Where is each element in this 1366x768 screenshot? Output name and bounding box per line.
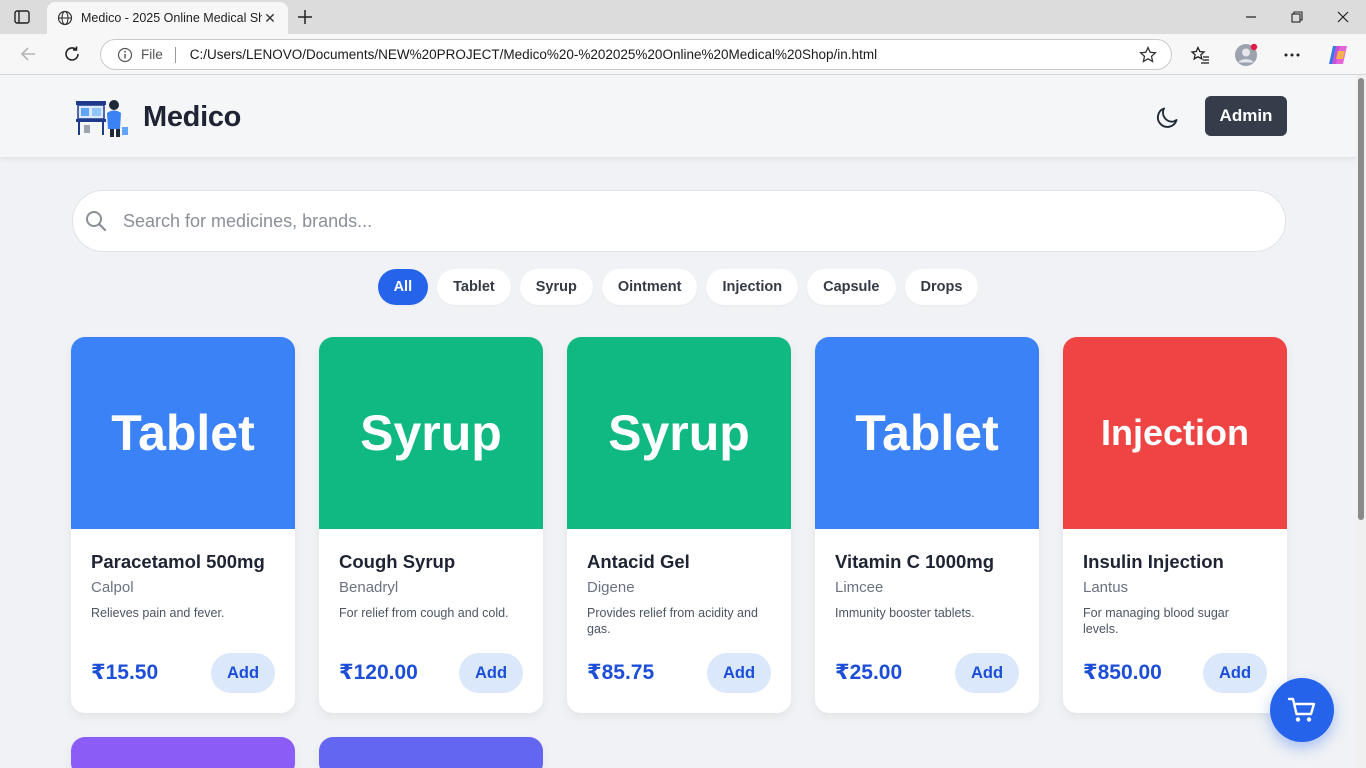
product-category-banner: Syrup — [567, 337, 791, 529]
product-name: Insulin Injection — [1083, 551, 1224, 572]
add-to-cart-button[interactable]: Add — [955, 653, 1019, 693]
add-to-cart-button[interactable]: Add — [707, 653, 771, 693]
product-name: Antacid Gel — [587, 551, 690, 572]
globe-icon — [57, 10, 73, 26]
brand-name: Medico — [143, 100, 242, 133]
product-description: Immunity booster tablets. — [835, 606, 975, 620]
profile-avatar[interactable] — [1233, 42, 1259, 68]
product-details: Vitamin C 1000mg Limcee Immunity booster t… — [815, 529, 1039, 639]
divider — [174, 46, 176, 63]
product-details: Insulin Injection Lantus For managing bloo… — [1063, 529, 1287, 639]
filter-chip-syrup[interactable]: Syrup — [519, 269, 593, 305]
product-name: Cough Syrup — [339, 551, 456, 572]
scrollbar-thumb[interactable] — [1358, 78, 1364, 520]
pharmacy-logo-icon — [76, 100, 128, 137]
product-category-banner: Syrup — [319, 337, 543, 529]
search-input[interactable] — [123, 210, 1223, 232]
admin-button[interactable]: Admin — [1205, 96, 1287, 136]
product-brand: Calpol — [91, 579, 134, 596]
close-tab-icon[interactable]: ✕ — [262, 10, 278, 26]
product-card[interactable]: Injection Insulin Injection Lantus For mana… — [1063, 337, 1287, 713]
product-description: Provides relief from acidity and gas. — [587, 606, 758, 636]
address-input[interactable]: File C:/Users/LENOVO/Documents/NEW%20PRO… — [100, 39, 1172, 70]
add-to-cart-button[interactable]: Add — [1203, 653, 1267, 693]
product-brand: Lantus — [1083, 579, 1129, 596]
logo[interactable]: Medico — [72, 95, 241, 139]
filter-chip-capsule[interactable]: Capsule — [807, 269, 896, 305]
add-to-cart-button[interactable]: Add — [459, 653, 523, 693]
cart-icon — [1287, 697, 1316, 722]
browser-tab-bar: Medico - 2025 Online Medical Sh ✕ — [0, 0, 1366, 34]
favorite-star-icon[interactable] — [1139, 46, 1157, 64]
filter-chip-ointment[interactable]: Ointment — [601, 269, 698, 305]
filter-chip-injection[interactable]: Injection — [706, 269, 799, 305]
product-card[interactable] — [71, 737, 295, 768]
filter-chip-all[interactable]: All — [377, 269, 429, 305]
product-brand: Digene — [587, 579, 635, 596]
add-to-cart-button[interactable]: Add — [211, 653, 275, 693]
product-price: ₹15.50 — [91, 661, 159, 684]
product-brand: Limcee — [835, 579, 884, 596]
search-icon — [86, 211, 107, 232]
product-price: ₹850.00 — [1083, 661, 1162, 684]
product-category-banner: Tablet — [815, 337, 1039, 529]
product-price: ₹120.00 — [339, 661, 418, 684]
new-tab-icon[interactable] — [293, 5, 317, 29]
close-window-icon[interactable] — [1320, 0, 1366, 34]
restore-icon[interactable] — [1274, 0, 1320, 34]
tab-actions-icon[interactable] — [10, 7, 34, 27]
back-icon[interactable] — [13, 40, 43, 68]
product-price: ₹25.00 — [835, 661, 903, 684]
browser-tab[interactable]: Medico - 2025 Online Medical Sh ✕ — [47, 2, 288, 34]
moon-icon[interactable] — [1155, 104, 1181, 130]
product-card[interactable]: Tablet Vitamin C 1000mg Limcee Immunity boo… — [815, 337, 1039, 713]
minimize-icon[interactable] — [1228, 0, 1274, 34]
file-label: File — [141, 47, 163, 62]
product-details: Antacid Gel Digene Provides relief from ac… — [567, 529, 791, 639]
product-description: For managing blood sugar levels. — [1083, 606, 1229, 636]
product-description: Relieves pain and fever. — [91, 606, 225, 620]
search-bar[interactable] — [72, 190, 1286, 252]
product-card[interactable] — [319, 737, 543, 768]
product-price: ₹85.75 — [587, 661, 655, 684]
filter-chip-drops[interactable]: Drops — [904, 269, 979, 305]
product-category-banner: Injection — [1063, 337, 1287, 529]
product-details: Cough Syrup Benadryl For relief from cough… — [319, 529, 543, 639]
product-brand: Benadryl — [339, 579, 399, 596]
product-name: Paracetamol 500mg — [91, 551, 265, 572]
product-details: Paracetamol 500mg Calpol Relieves pain and… — [71, 529, 295, 639]
product-card[interactable]: Tablet Paracetamol 500mg Calpol Relieves pa… — [71, 337, 295, 713]
product-category-banner: Tablet — [71, 337, 295, 529]
favorites-icon[interactable] — [1187, 42, 1213, 68]
category-filters: All Tablet Syrup Ointment Injection Capsule Dr… — [0, 269, 1356, 305]
product-card[interactable]: Syrup Cough Syrup Benadryl For relief from … — [319, 337, 543, 713]
page-scrollbar[interactable] — [1356, 75, 1366, 768]
browser-address-bar: File C:/Users/LENOVO/Documents/NEW%20PRO… — [0, 34, 1366, 75]
more-options-icon[interactable] — [1279, 42, 1305, 68]
refresh-icon[interactable] — [57, 40, 87, 68]
page: Medico Admin AllTabletSyrupOintmentInjec… — [0, 75, 1356, 768]
cart-button[interactable] — [1270, 678, 1334, 742]
filter-chip-tablet[interactable]: Tablet — [437, 269, 511, 305]
copilot-icon[interactable] — [1325, 42, 1351, 68]
tab-title: Medico - 2025 Online Medical Sh — [81, 11, 262, 25]
product-card[interactable]: Syrup Antacid Gel Digene Provides relief fr… — [567, 337, 791, 713]
url-text[interactable]: C:/Users/LENOVO/Documents/NEW%20PROJECT/… — [190, 47, 877, 62]
product-name: Vitamin C 1000mg — [835, 551, 995, 572]
info-icon[interactable] — [117, 47, 133, 63]
product-description: For relief from cough and cold. — [339, 606, 509, 620]
site-header: Medico Admin — [0, 75, 1356, 157]
